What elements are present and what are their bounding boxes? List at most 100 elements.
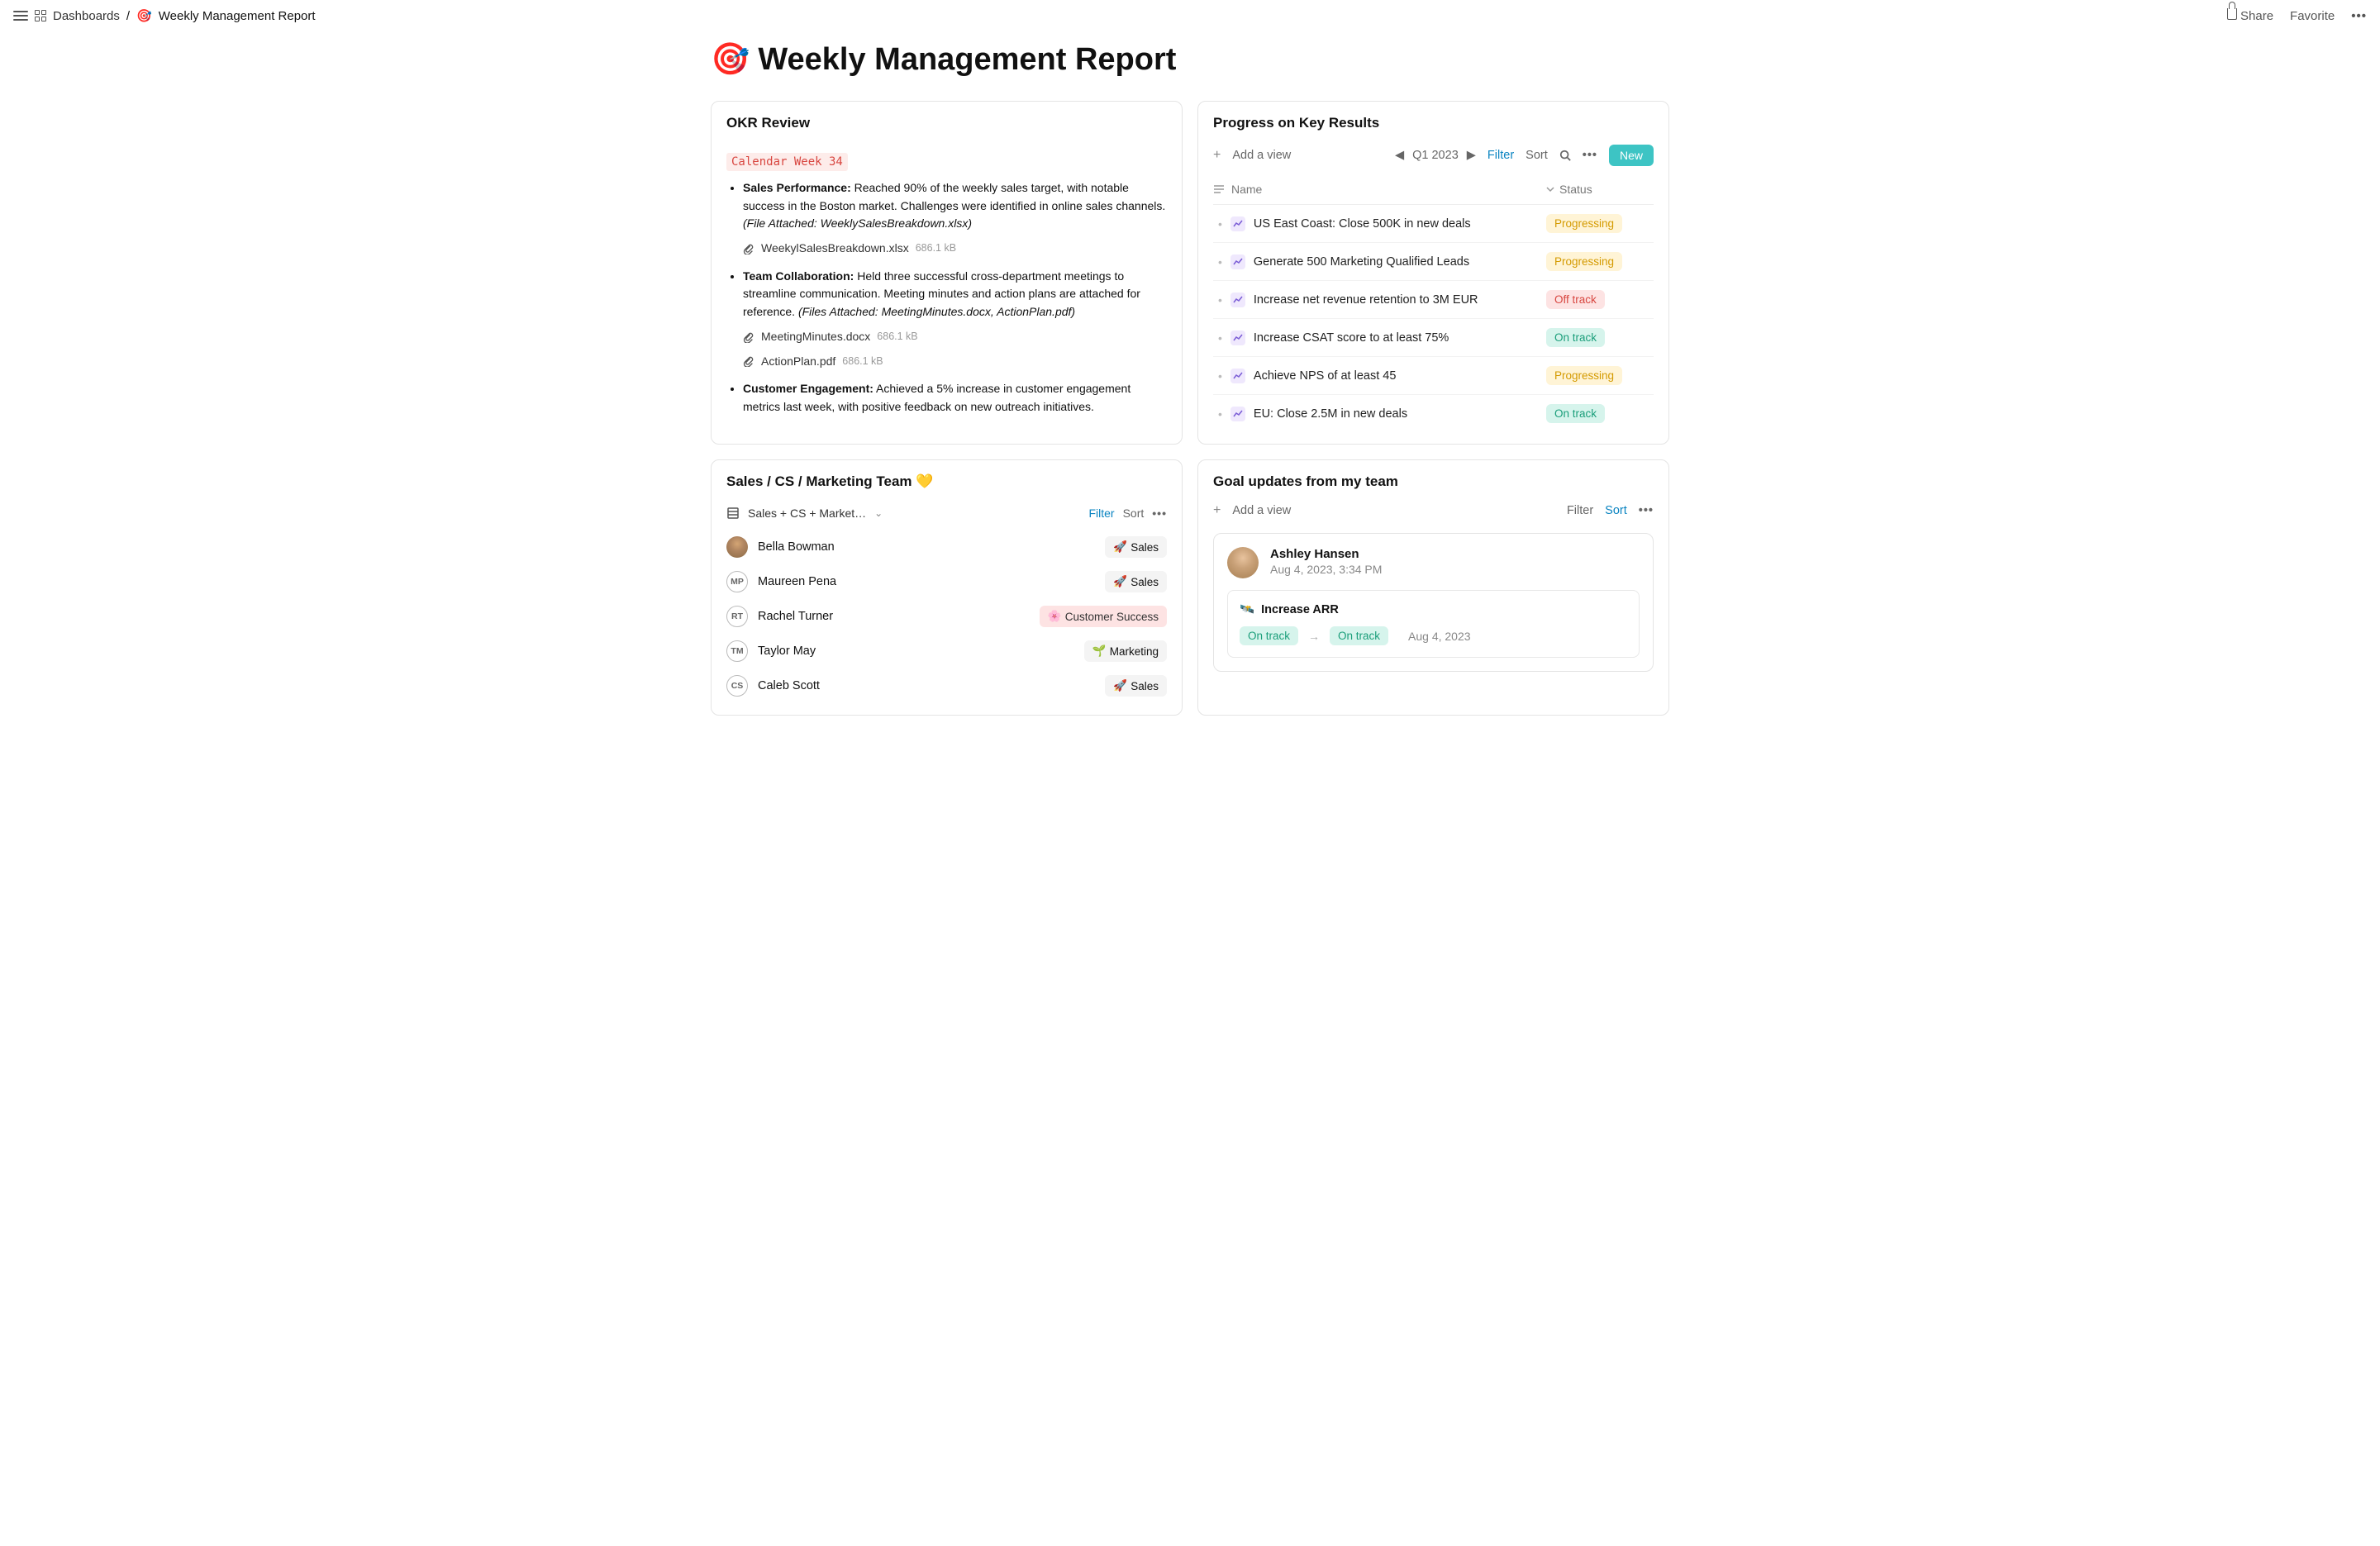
breadcrumb: Dashboards / 🎯 Weekly Management Report: [53, 8, 316, 23]
bullet-note: (File Attached: WeeklySalesBreakdown.xls…: [743, 216, 972, 230]
search-icon[interactable]: [1559, 150, 1571, 161]
bullet-icon: •: [1218, 255, 1222, 269]
breadcrumb-root[interactable]: Dashboards: [53, 9, 120, 23]
bullet-icon: •: [1218, 293, 1222, 307]
next-period-icon[interactable]: ▶: [1467, 149, 1476, 162]
team-member-row[interactable]: TM Taylor May 🌱Marketing: [726, 634, 1167, 668]
kr-row[interactable]: •US East Coast: Close 500K in new dealsP…: [1213, 205, 1654, 243]
arrow-right-icon: →: [1308, 630, 1320, 643]
attachment-size: 686.1 kB: [842, 354, 883, 369]
status-badge: On track: [1546, 328, 1605, 347]
kr-title: Increase net revenue retention to 3M EUR: [1254, 293, 1546, 307]
metric-icon: [1230, 254, 1245, 269]
bullet-icon: •: [1218, 331, 1222, 345]
new-button[interactable]: New: [1609, 145, 1654, 166]
okr-bullet: Customer Engagement: Achieved a 5% incre…: [743, 380, 1167, 416]
kr-title: US East Coast: Close 500K in new deals: [1254, 217, 1546, 231]
update-author: Ashley Hansen: [1270, 547, 1382, 561]
menu-icon[interactable]: [13, 8, 28, 23]
avatar: RT: [726, 606, 748, 627]
team-view-selector[interactable]: Sales + CS + Market…: [748, 507, 866, 520]
tag-label: Sales: [1130, 680, 1159, 692]
team-sort-button[interactable]: Sort: [1123, 507, 1145, 520]
attachment[interactable]: ActionPlan.pdf 686.1 kB: [743, 353, 1167, 371]
lock-icon: [2227, 8, 2237, 20]
breadcrumb-page[interactable]: Weekly Management Report: [159, 9, 316, 23]
updates-toolbar: + Add a view Filter Sort •••: [1213, 498, 1654, 526]
updates-add-view[interactable]: Add a view: [1232, 504, 1291, 517]
team-more-icon[interactable]: •••: [1152, 507, 1167, 520]
kr-title: Generate 500 Marketing Qualified Leads: [1254, 255, 1546, 269]
updates-filter-button[interactable]: Filter: [1567, 504, 1593, 517]
attachment-name: WeekylSalesBreakdown.xlsx: [761, 240, 909, 258]
attachment[interactable]: MeetingMinutes.docx686.1 kB: [743, 328, 1167, 346]
team-tag: 🚀Sales: [1105, 571, 1167, 592]
member-name: Bella Bowman: [758, 540, 1095, 554]
team-tag: 🚀Sales: [1105, 675, 1167, 697]
add-view-button[interactable]: Add a view: [1232, 149, 1291, 162]
kr-table-header: Name Status: [1213, 174, 1654, 205]
team-member-row[interactable]: CSCaleb Scott🚀Sales: [726, 668, 1167, 703]
kr-row[interactable]: • Increase net revenue retention to 3M EU…: [1213, 281, 1654, 319]
share-button[interactable]: Share: [2227, 8, 2273, 23]
filter-button[interactable]: Filter: [1488, 149, 1514, 162]
plus-icon[interactable]: +: [1213, 148, 1221, 163]
kr-row[interactable]: •Achieve NPS of at least 45Progressing: [1213, 357, 1654, 395]
kr-row[interactable]: • Generate 500 Marketing Qualified LeadsP…: [1213, 243, 1654, 281]
kr-row[interactable]: •Increase CSAT score to at least 75%On t…: [1213, 319, 1654, 357]
chevron-down-icon[interactable]: ⌄: [874, 507, 883, 519]
goal-updates-card: Goal updates from my team + Add a view F…: [1197, 459, 1669, 716]
prev-period-icon[interactable]: ◀: [1395, 149, 1404, 162]
view-icon: [726, 507, 740, 520]
team-member-row[interactable]: RT Rachel Turner 🌸Customer Success: [726, 599, 1167, 634]
status-badge: On track: [1546, 404, 1605, 423]
goal-updates-title: Goal updates from my team: [1198, 460, 1668, 498]
metric-icon: [1230, 407, 1245, 421]
update-timestamp: Aug 4, 2023, 3:34 PM: [1270, 563, 1382, 576]
attachment-size: 686.1 kB: [877, 329, 917, 345]
tag-emoji: 🚀: [1113, 540, 1127, 554]
member-name: Caleb Scott: [758, 679, 1095, 692]
update-entry[interactable]: Ashley Hansen Aug 4, 2023, 3:34 PM 🛰️ In…: [1213, 533, 1654, 672]
kr-row[interactable]: •EU: Close 2.5M in new dealsOn track: [1213, 395, 1654, 432]
sort-button[interactable]: Sort: [1526, 149, 1548, 162]
team-tag: 🌸Customer Success: [1040, 606, 1167, 627]
metric-icon: [1230, 216, 1245, 231]
period-nav: ◀ Q1 2023 ▶: [1395, 149, 1476, 162]
period-label[interactable]: Q1 2023: [1412, 149, 1459, 162]
status-badge: Progressing: [1546, 252, 1622, 271]
tag-emoji: 🌱: [1092, 645, 1107, 658]
kr-title: Achieve NPS of at least 45: [1254, 369, 1546, 383]
kr-rows: • US East Coast: Close 500K in new deals P…: [1213, 205, 1654, 432]
team-rows: Bella Bowman🚀SalesMPMaureen Pena🚀SalesRT…: [726, 530, 1167, 703]
more-icon[interactable]: •••: [2351, 9, 2367, 23]
paperclip-icon: [743, 355, 754, 367]
dashboards-icon[interactable]: [35, 10, 46, 21]
team-member-row[interactable]: Bella Bowman 🚀Sales: [726, 530, 1167, 564]
avatar: [726, 536, 748, 558]
plus-icon[interactable]: +: [1213, 503, 1221, 518]
tag-label: Sales: [1130, 541, 1159, 554]
bullet-label: Team Collaboration:: [743, 269, 854, 283]
page-title-text: Weekly Management Report: [758, 42, 1176, 78]
attachment[interactable]: WeekylSalesBreakdown.xlsx 686.1 kB: [743, 240, 1167, 258]
name-column-label[interactable]: Name: [1231, 183, 1262, 196]
status-column-label[interactable]: Status: [1559, 183, 1592, 196]
member-name: Rachel Turner: [758, 610, 1030, 623]
avatar: TM: [726, 640, 748, 662]
favorite-button[interactable]: Favorite: [2290, 9, 2335, 23]
top-right-actions: Share Favorite •••: [2227, 8, 2367, 23]
tag-label: Sales: [1130, 576, 1159, 588]
kr-more-icon[interactable]: •••: [1583, 149, 1597, 162]
updates-more-icon[interactable]: •••: [1639, 504, 1654, 517]
team-member-row[interactable]: MPMaureen Pena🚀Sales: [726, 564, 1167, 599]
member-name: Taylor May: [758, 645, 1074, 658]
attachment-name: ActionPlan.pdf: [761, 353, 835, 371]
metric-icon: [1230, 293, 1245, 307]
paperclip-icon: [743, 243, 754, 254]
attachment-size: 686.1 kB: [916, 240, 956, 256]
team-tag: 🌱Marketing: [1084, 640, 1167, 662]
metric-icon: [1230, 369, 1245, 383]
team-filter-button[interactable]: Filter: [1088, 507, 1114, 520]
updates-sort-button[interactable]: Sort: [1605, 504, 1627, 517]
